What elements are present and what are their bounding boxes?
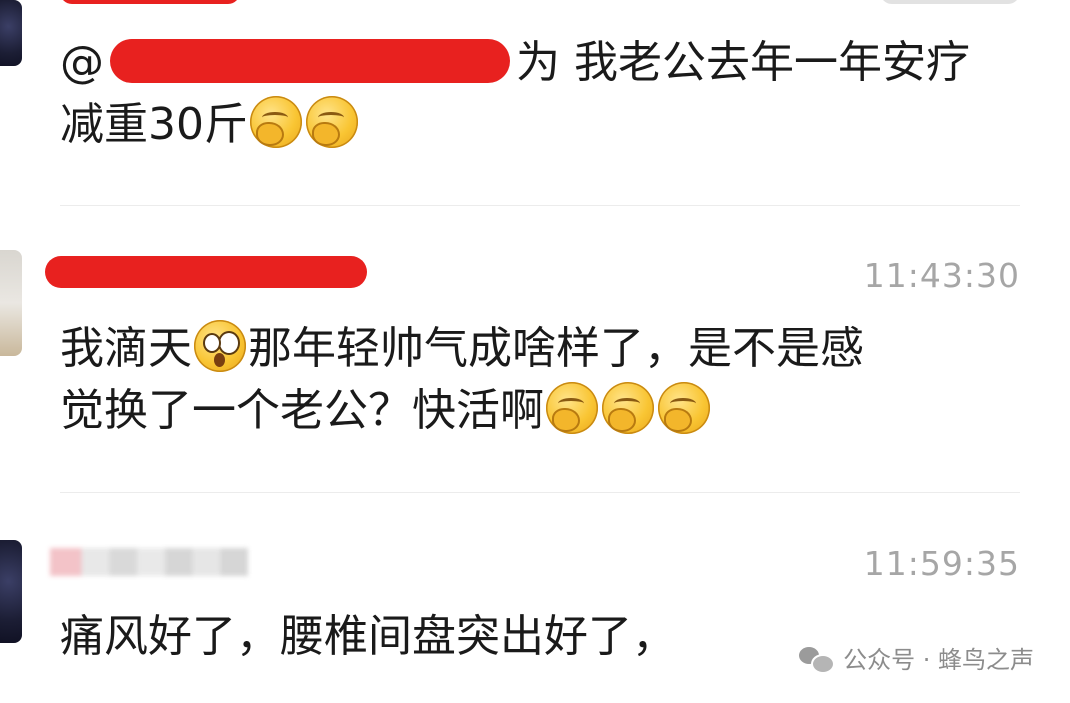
comment-time: 11:43:30 [863, 256, 1020, 295]
comment-text: 我滴天 那年轻帅气成啥样了，是不是感 觉换了一个老公？快活啊 [60, 318, 1020, 442]
mention-redaction [110, 39, 510, 83]
comment-text: @ 为 我老公去年一年安疗 减重30斤 [60, 37, 970, 150]
giggle-emoji-icon [546, 382, 598, 434]
giggle-emoji-icon [250, 96, 302, 148]
watermark: 公众号 · 蜂鸟之声 [799, 640, 1034, 675]
giggle-emoji-icon [602, 382, 654, 434]
comment-time: 11:59:35 [863, 544, 1020, 583]
avatar[interactable] [0, 0, 22, 66]
divider [60, 492, 1020, 493]
avatar[interactable] [0, 250, 22, 356]
name-redaction-top [60, 0, 240, 4]
divider [60, 205, 1020, 206]
giggle-emoji-icon [658, 382, 710, 434]
username-redacted[interactable] [45, 256, 367, 288]
wechat-icon [799, 645, 836, 674]
avatar[interactable] [0, 540, 22, 643]
watermark-text: 公众号 · 蜂鸟之声 [843, 646, 1034, 674]
surprised-emoji-icon [194, 320, 246, 372]
username-blurred[interactable] [50, 548, 248, 576]
time-cut-top [880, 0, 1020, 4]
giggle-emoji-icon [306, 96, 358, 148]
